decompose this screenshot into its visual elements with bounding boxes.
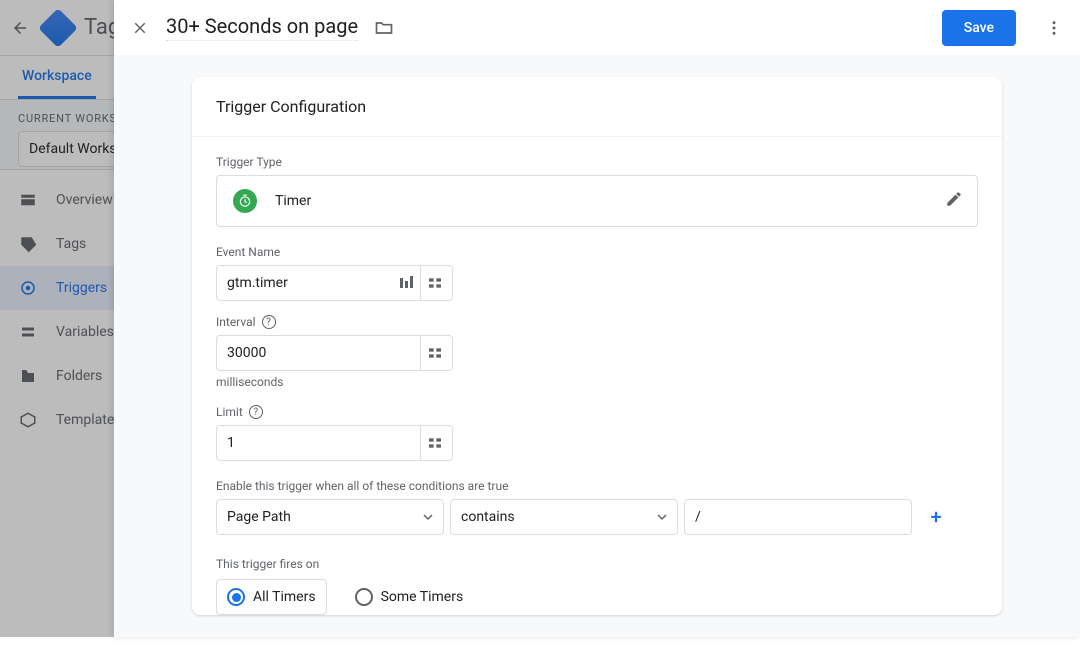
condition-variable-value: Page Path — [227, 509, 291, 525]
insert-variable-button[interactable] — [417, 425, 453, 461]
variables-icon — [18, 322, 38, 342]
insert-variable-button[interactable] — [417, 265, 453, 301]
trigger-config-card: Trigger Configuration Trigger Type Timer… — [192, 77, 1002, 615]
conditions-label: Enable this trigger when all of these co… — [216, 479, 978, 493]
radio-all-label: All Timers — [253, 589, 316, 605]
more-menu-button[interactable] — [1042, 16, 1066, 40]
radio-some-timers[interactable]: Some Timers — [355, 588, 464, 606]
condition-value-input[interactable] — [684, 499, 912, 535]
event-name-input[interactable] — [216, 265, 421, 301]
nav-label: Templates — [56, 412, 122, 428]
bars-icon — [399, 275, 413, 289]
condition-operator-value: contains — [461, 509, 515, 525]
trigger-name-input[interactable]: 30+ Seconds on page — [166, 14, 358, 41]
limit-help-icon[interactable]: ? — [249, 405, 263, 419]
card-title: Trigger Configuration — [192, 77, 1002, 137]
trigger-type-label: Trigger Type — [216, 155, 978, 169]
close-button[interactable] — [128, 16, 152, 40]
interval-input[interactable] — [216, 335, 421, 371]
radio-all-timers[interactable]: All Timers — [216, 579, 327, 615]
fires-on-label: This trigger fires on — [216, 557, 978, 571]
interval-help-icon[interactable]: ? — [262, 315, 276, 329]
add-condition-button[interactable]: + — [924, 505, 948, 529]
chevron-down-icon — [657, 512, 667, 522]
tab-workspace[interactable]: Workspace — [18, 56, 96, 99]
condition-operator-select[interactable]: contains — [450, 499, 678, 535]
edit-type-button[interactable] — [945, 190, 963, 212]
template-icon — [18, 410, 38, 430]
event-name-label: Event Name — [216, 245, 978, 259]
back-button[interactable] — [8, 16, 32, 40]
trigger-type-name: Timer — [275, 193, 311, 209]
insert-variable-button[interactable] — [417, 335, 453, 371]
nav-label: Tags — [56, 236, 86, 252]
nav-label: Overview — [56, 192, 113, 208]
limit-label: Limit — [216, 405, 243, 419]
interval-label: Interval — [216, 315, 256, 329]
trigger-type-selector[interactable]: Timer — [216, 175, 978, 227]
timer-icon — [233, 189, 257, 213]
trigger-editor-panel: 30+ Seconds on page Save Trigger Configu… — [114, 0, 1080, 637]
nav-label: Variables — [56, 324, 114, 340]
folder-icon — [18, 366, 38, 386]
chevron-down-icon — [423, 512, 433, 522]
save-button[interactable]: Save — [942, 10, 1016, 46]
condition-variable-select[interactable]: Page Path — [216, 499, 444, 535]
radio-dot-icon — [355, 588, 373, 606]
nav-label: Triggers — [56, 280, 107, 296]
gtm-logo — [38, 8, 78, 48]
radio-some-label: Some Timers — [381, 589, 464, 605]
interval-hint: milliseconds — [216, 375, 978, 389]
trigger-icon — [18, 278, 38, 298]
radio-dot-icon — [227, 588, 245, 606]
limit-input[interactable] — [216, 425, 421, 461]
dashboard-icon — [18, 190, 38, 210]
nav-label: Folders — [56, 368, 102, 384]
tag-icon — [18, 234, 38, 254]
choose-folder-button[interactable] — [372, 16, 396, 40]
